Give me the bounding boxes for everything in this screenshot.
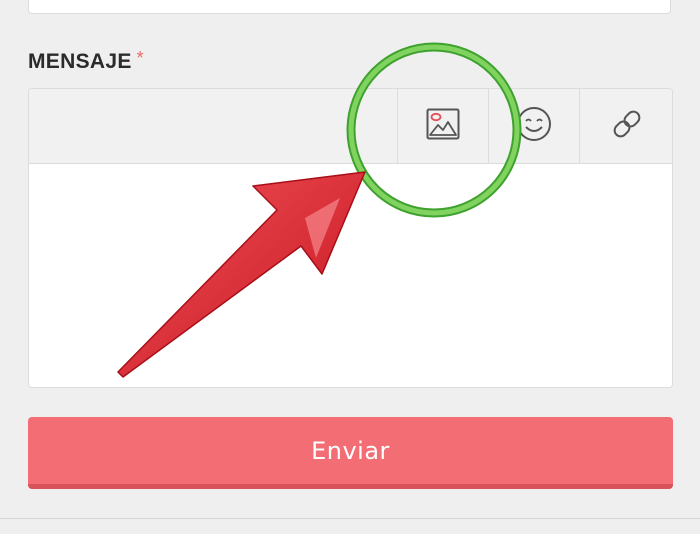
message-label-text: MENSAJE (28, 50, 132, 73)
editor-toolbar (29, 89, 672, 164)
insert-image-button[interactable] (397, 89, 488, 163)
form-page: MENSAJE * Enviar (0, 0, 700, 534)
link-icon (609, 106, 645, 147)
insert-emoji-button[interactable] (488, 89, 579, 163)
previous-input-field[interactable] (28, 0, 671, 14)
message-label: MENSAJE * (28, 48, 144, 74)
message-editor (28, 88, 673, 388)
smiley-icon (516, 106, 552, 147)
message-textarea[interactable] (29, 164, 672, 387)
required-marker: * (136, 48, 144, 68)
bottom-divider (0, 518, 700, 519)
insert-link-button[interactable] (579, 89, 672, 163)
image-icon (426, 108, 460, 145)
submit-button[interactable]: Enviar (28, 417, 673, 489)
